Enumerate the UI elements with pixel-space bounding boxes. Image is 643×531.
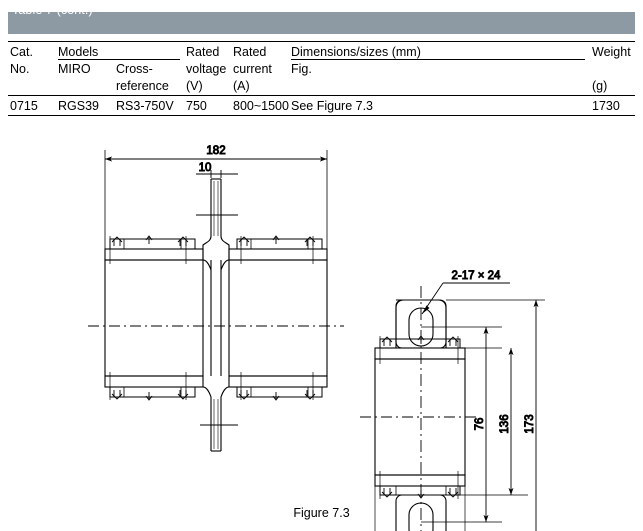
header-cat-line1: Cat. (10, 45, 33, 59)
cell-cross-reference: RS3-750V (116, 99, 174, 113)
header-dimensions-fig: Fig. (291, 62, 312, 76)
dim-tab-span-label: 136 (499, 414, 511, 433)
dim-hole-spacing-label: 76 (474, 418, 486, 431)
cell-rated-voltage: 750 (186, 99, 207, 113)
figure-caption: Figure 7.3 (293, 506, 350, 520)
fuse-dimension-drawing-svg: 182 10 2-17 × 24 76 136 173 (88, 145, 545, 531)
header-rated-current-line1: Rated (233, 45, 267, 59)
header-rated-voltage-line1: Rated (186, 45, 220, 59)
header-cat-line2: No. (10, 62, 30, 76)
screw-mark (381, 335, 459, 346)
dim-hole-spec-label: 2-17 × 24 (452, 270, 502, 282)
dim-front-width-label: 182 (206, 145, 225, 157)
screw-mark (381, 488, 459, 499)
cell-cat-no: 0715 (10, 99, 38, 113)
table-caption-band (8, 12, 635, 34)
cell-miro: RGS39 (58, 99, 99, 113)
header-top-rule (8, 41, 635, 42)
table-bottom-rule (8, 115, 635, 116)
header-weight-line1: Weight (592, 45, 631, 59)
figure-7-3-drawing: 182 10 2-17 × 24 76 136 173 Figure 7.3 (0, 118, 643, 531)
cell-dimensions: See Figure 7.3 (291, 99, 373, 113)
screw-mark (238, 235, 316, 246)
cell-weight: 1730 (592, 99, 620, 113)
header-weight-line2: (g) (592, 79, 608, 93)
header-rated-current-line2: current (233, 62, 272, 76)
cell-rated-current: 800~1500 (233, 99, 289, 113)
header-rated-current-line3: (A) (233, 79, 250, 93)
models-group-rule (58, 59, 180, 60)
table-7-cont: Table 7 (cont.) Cat. Models Rated Rated … (0, 0, 643, 120)
table-caption-label: Table 7 (cont.) (12, 3, 93, 17)
header-dimensions-group: Dimensions/sizes (mm) (291, 45, 421, 59)
header-models-xref-line1: Cross- (116, 62, 153, 76)
header-models-miro: MIRO (58, 62, 91, 76)
header-rated-voltage-line2: voltage (186, 62, 227, 76)
dim-overall-height-label: 173 (524, 414, 536, 433)
screw-mark (238, 390, 316, 401)
header-models-group: Models (58, 45, 99, 59)
header-rated-voltage-line3: (V) (186, 79, 203, 93)
header-models-xref-line2: reference (116, 79, 169, 93)
screw-mark (111, 235, 189, 246)
screw-mark (111, 390, 189, 401)
header-bottom-rule (8, 95, 635, 96)
dimensions-group-rule (291, 59, 585, 60)
dim-blade-thickness-label: 10 (199, 162, 212, 174)
